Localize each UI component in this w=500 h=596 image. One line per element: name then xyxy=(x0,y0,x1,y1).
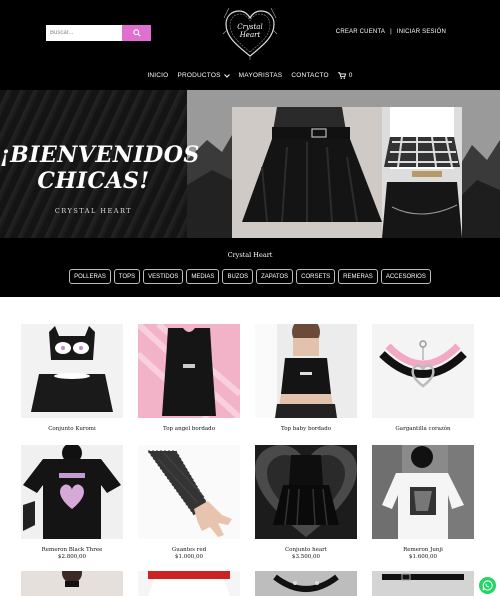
product-image[interactable] xyxy=(135,321,243,421)
hero-title-line-1: ¡BIENVENIDOS xyxy=(0,142,200,168)
product-image[interactable] xyxy=(255,318,357,418)
product-card[interactable]: Conjunto Kuromi xyxy=(21,324,123,433)
product-image[interactable] xyxy=(138,571,240,596)
product-card[interactable]: Gargantilla corazón xyxy=(372,324,474,433)
nav-item-inicio[interactable]: INICIO xyxy=(147,72,168,79)
category-button-remeras[interactable]: REMERAS xyxy=(338,269,378,284)
product-price: $1.600,00 xyxy=(409,554,437,560)
main-nav: INICIO PRODUCTOS MAYORISTAS CONTACTO 0 xyxy=(0,72,500,79)
product-image[interactable] xyxy=(372,571,474,596)
product-card[interactable] xyxy=(138,571,240,596)
category-button-buzos[interactable]: BUZOS xyxy=(222,269,254,284)
product-image[interactable] xyxy=(21,443,123,539)
nav-label: INICIO xyxy=(147,72,169,79)
category-button-polleras[interactable]: POLLERAS xyxy=(69,269,111,284)
hero-banner[interactable]: ¡BIENVENIDOS CHICAS! CRYSTAL HEART xyxy=(0,90,500,238)
product-card[interactable]: Guantes red $1.000,00 xyxy=(138,445,240,561)
search-input[interactable] xyxy=(46,25,122,41)
product-name[interactable]: Conjunto Kuromi xyxy=(21,426,123,433)
product-card[interactable]: Remeron Black Three $2.800,00 xyxy=(21,443,123,561)
hero-title: ¡BIENVENIDOS CHICAS! xyxy=(0,142,200,194)
product-card[interactable] xyxy=(255,571,357,596)
nav-item-mayoristas[interactable]: MAYORISTAS xyxy=(239,72,283,79)
product-image[interactable] xyxy=(255,571,357,596)
product-price: $2.800,00 xyxy=(58,554,86,560)
product-price: $1.000,00 xyxy=(175,554,203,560)
account-links: CREAR CUENTA | INICIAR SESIÓN xyxy=(336,29,446,35)
whatsapp-icon xyxy=(482,580,493,591)
product-grid: Conjunto Kuromi Top angel bordado Top ba… xyxy=(0,297,500,596)
product-card[interactable]: Top angel bordado xyxy=(135,321,243,433)
cart-count: 0 xyxy=(348,72,353,79)
search-button[interactable] xyxy=(122,25,151,41)
category-band: Crystal Heart POLLERAS TOPS VESTIDOS MED… xyxy=(0,238,500,297)
product-name[interactable]: Remeron Junji xyxy=(372,547,474,554)
product-name[interactable]: Top baby bordado xyxy=(255,426,357,433)
cart-button[interactable]: 0 xyxy=(337,72,353,79)
product-card[interactable]: Conjunto heart $3.500,00 xyxy=(255,445,357,561)
site-header: Crystal Heart CREAR CUENTA | INICIAR SES… xyxy=(0,0,500,90)
login-link[interactable]: INICIAR SESIÓN xyxy=(397,29,446,35)
product-card[interactable] xyxy=(372,571,474,596)
create-account-link[interactable]: CREAR CUENTA xyxy=(336,29,385,35)
category-button-tops[interactable]: TOPS xyxy=(113,269,141,284)
product-name[interactable]: Gargantilla corazón xyxy=(372,426,474,433)
search-icon xyxy=(132,29,141,37)
site-logo[interactable]: Crystal Heart xyxy=(221,4,279,62)
cart-icon xyxy=(337,72,346,79)
nav-label: PRODUCTOS xyxy=(177,72,221,79)
nav-label: MAYORISTAS xyxy=(238,72,283,79)
product-image[interactable] xyxy=(138,445,240,539)
band-title: Crystal Heart xyxy=(227,251,273,259)
category-button-corsets[interactable]: CORSETS xyxy=(296,269,336,284)
category-button-medias[interactable]: MEDIAS xyxy=(186,269,220,284)
category-button-accesorios[interactable]: ACCESORIOS xyxy=(380,269,431,284)
nav-item-productos[interactable]: PRODUCTOS xyxy=(177,72,230,79)
nav-label: CONTACTO xyxy=(291,72,329,79)
model-photo-image xyxy=(232,107,462,238)
logo-line-1: Crystal xyxy=(237,23,263,31)
product-image[interactable] xyxy=(372,324,474,418)
category-button-vestidos[interactable]: VESTIDOS xyxy=(143,269,184,284)
logo-text: Crystal Heart xyxy=(221,23,279,39)
whatsapp-button[interactable] xyxy=(479,577,496,594)
search-bar xyxy=(46,25,151,41)
product-card[interactable]: Top baby bordado xyxy=(255,318,357,433)
logo-line-2: Heart xyxy=(239,31,261,39)
chevron-down-icon xyxy=(223,73,230,78)
product-image[interactable] xyxy=(21,324,123,418)
product-card[interactable] xyxy=(21,563,123,596)
product-price: $3.500,00 xyxy=(292,554,320,560)
product-name[interactable]: Remeron Black Three xyxy=(21,547,123,554)
product-image[interactable] xyxy=(372,445,474,539)
account-separator: | xyxy=(390,29,392,35)
product-image[interactable] xyxy=(255,445,357,539)
product-card[interactable]: Remeron Junji $1.600,00 xyxy=(372,445,474,561)
product-name[interactable]: Top angel bordado xyxy=(138,426,240,433)
product-name[interactable]: Conjunto heart xyxy=(255,547,357,554)
category-buttons: POLLERAS TOPS VESTIDOS MEDIAS BUZOS ZAPA… xyxy=(0,269,500,284)
product-image[interactable] xyxy=(21,563,123,596)
category-button-zapatos[interactable]: ZAPATOS xyxy=(256,269,294,284)
nav-item-contacto[interactable]: CONTACTO xyxy=(291,72,328,79)
hero-title-line-2: CHICAS! xyxy=(37,168,150,194)
product-name[interactable]: Guantes red xyxy=(138,547,240,554)
hero-subtitle: CRYSTAL HEART xyxy=(54,207,133,215)
